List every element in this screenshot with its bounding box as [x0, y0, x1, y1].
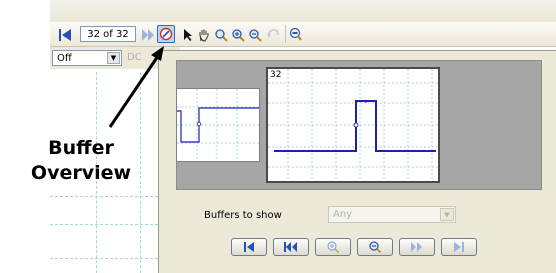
callout-label-line-1: Buffer [48, 137, 114, 159]
callout-label-line-2: Overview [30, 162, 132, 184]
